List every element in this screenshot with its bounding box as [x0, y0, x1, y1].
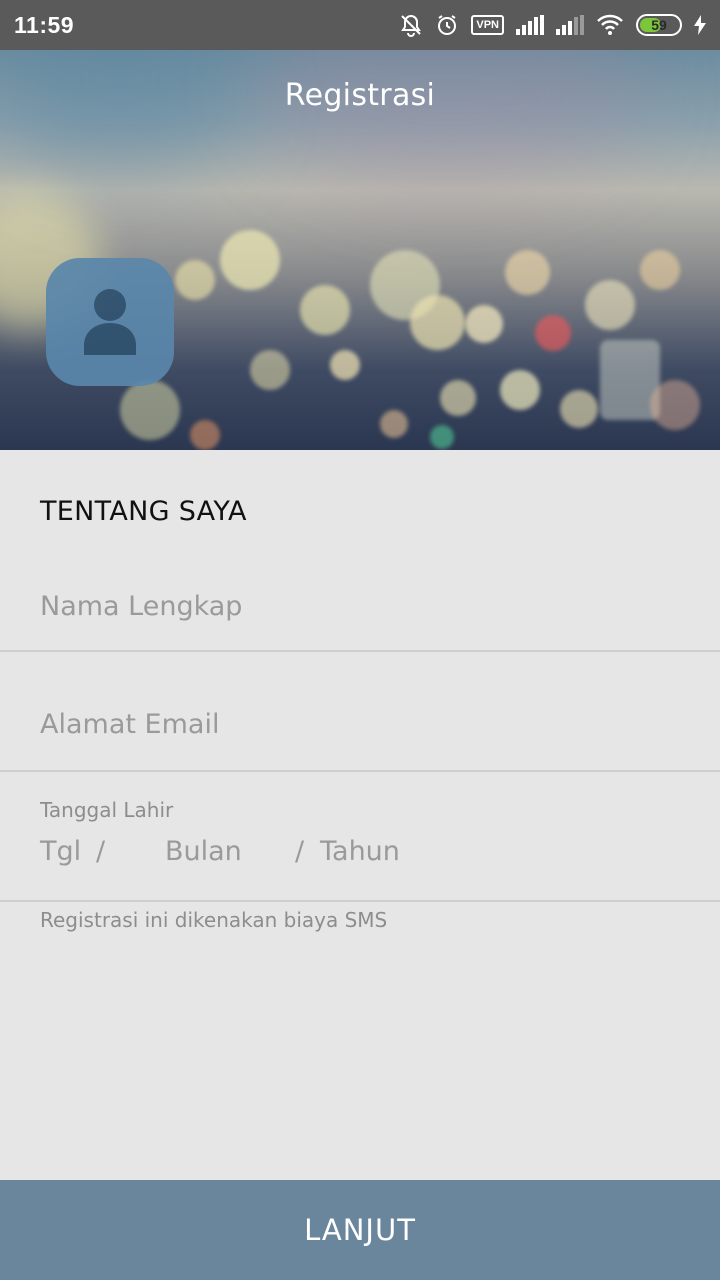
wifi-icon	[596, 14, 624, 36]
dob-separator: /	[96, 836, 106, 867]
status-bar: 11:59 VPN 59	[0, 0, 720, 50]
email-field	[0, 652, 720, 772]
dob-day-input[interactable]: Tgl	[40, 836, 81, 867]
sms-fee-note: Registrasi ini dikenakan biaya SMS	[40, 908, 388, 932]
signal-weak-icon	[556, 15, 584, 35]
battery-icon: 59	[636, 14, 682, 36]
alarm-icon	[435, 13, 459, 37]
next-button[interactable]: LANJUT	[0, 1180, 720, 1280]
signal-icon	[516, 15, 544, 35]
notifications-off-icon	[399, 13, 423, 37]
page-title: Registrasi	[284, 78, 436, 113]
profile-photo-button[interactable]	[46, 258, 174, 386]
email-input[interactable]	[40, 704, 680, 744]
full-name-field	[0, 560, 720, 652]
status-icons: VPN 59	[399, 13, 706, 37]
dob-year-input[interactable]: Tahun	[320, 836, 400, 867]
header-banner: Registrasi	[0, 50, 720, 450]
dob-separator: /	[295, 836, 305, 867]
section-title: TENTANG SAYA	[40, 496, 247, 527]
status-time: 11:59	[14, 11, 75, 38]
vpn-icon: VPN	[471, 15, 504, 35]
charging-icon	[694, 15, 706, 35]
registration-form: TENTANG SAYA Tanggal Lahir Tgl / Bulan /…	[0, 450, 720, 1180]
full-name-input[interactable]	[40, 586, 680, 626]
dob-month-input[interactable]: Bulan	[165, 836, 242, 867]
battery-level: 59	[651, 17, 667, 33]
dob-label: Tanggal Lahir	[40, 798, 174, 822]
user-icon	[82, 285, 138, 359]
